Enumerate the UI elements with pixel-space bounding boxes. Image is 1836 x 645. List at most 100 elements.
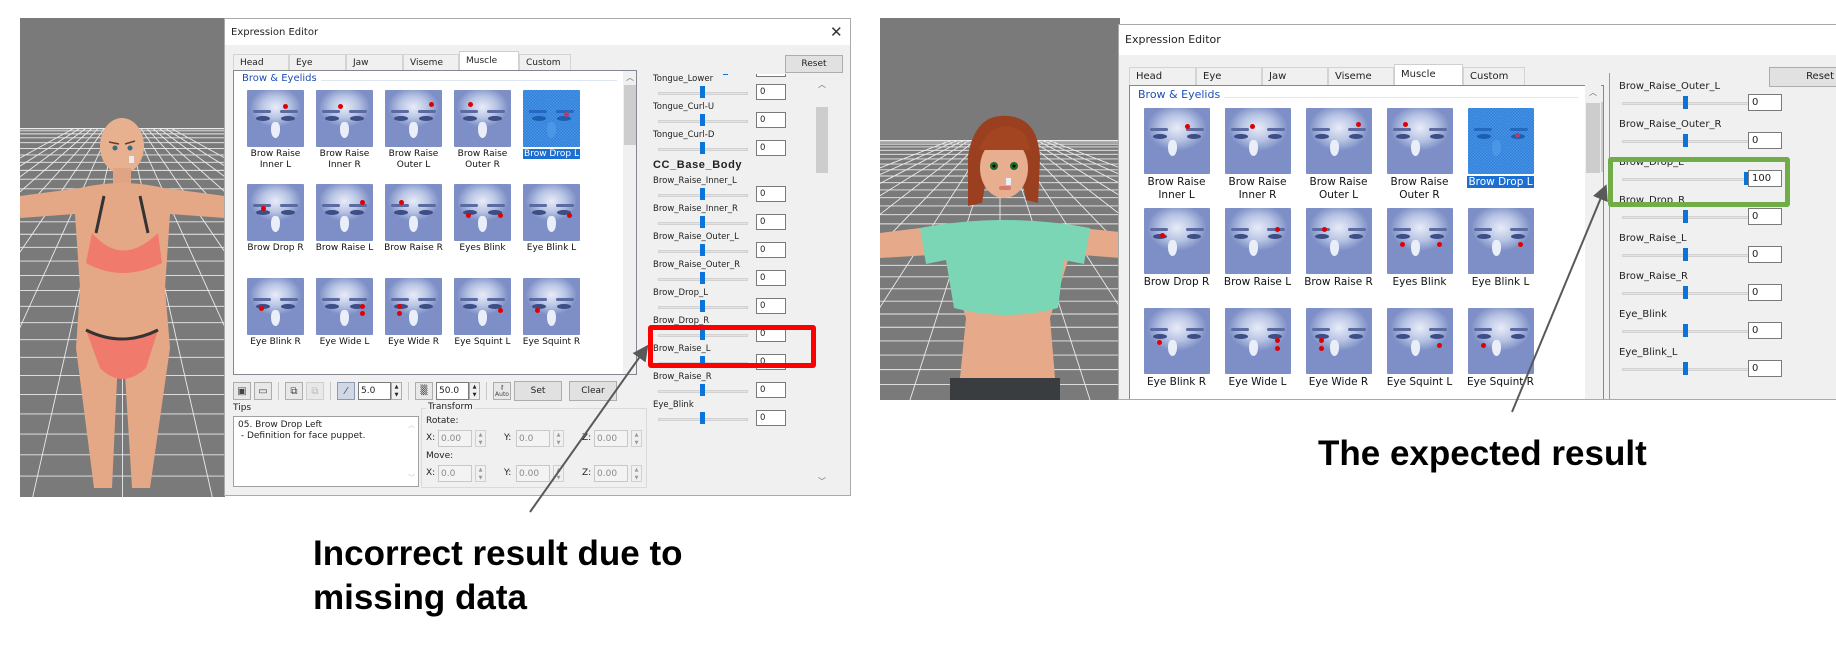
slider-value-input[interactable]: 0: [1748, 94, 1782, 111]
face-preset-thumbnail[interactable]: [385, 90, 442, 147]
face-preset-item[interactable]: Eye Wide L: [310, 278, 379, 372]
slider-track[interactable]: [1622, 178, 1750, 181]
viewport-expected[interactable]: [880, 18, 1120, 400]
face-preset-item[interactable]: Brow Raise Outer R: [448, 90, 517, 184]
scrollbar-thumb[interactable]: [1586, 103, 1600, 173]
face-preset-thumbnail[interactable]: [1305, 108, 1372, 174]
face-preset-item[interactable]: Eye Blink L: [517, 184, 586, 278]
face-preset-thumbnail[interactable]: [1224, 208, 1291, 274]
face-preset-item[interactable]: Eye Blink R: [241, 278, 310, 372]
slider-value-input[interactable]: 0: [1748, 284, 1782, 301]
face-preset-thumbnail[interactable]: [1224, 308, 1291, 374]
rotate-z-input[interactable]: 0.00: [594, 430, 628, 447]
close-icon[interactable]: ✕: [830, 23, 843, 41]
move-y-input[interactable]: 0.00: [516, 465, 550, 482]
scroll-down-arrow[interactable]: ﹀: [815, 476, 829, 487]
face-preset-thumbnail[interactable]: [523, 184, 580, 241]
face-preset-item[interactable]: Eye Wide L: [1217, 308, 1298, 399]
set-button[interactable]: Set: [514, 381, 562, 401]
face-preset-item[interactable]: Brow Raise Inner L: [241, 90, 310, 184]
tab-head[interactable]: Head: [233, 54, 289, 70]
face-preset-thumbnail[interactable]: [454, 90, 511, 147]
slider-knob[interactable]: [700, 300, 705, 312]
tab-custom[interactable]: Custom: [1463, 67, 1525, 85]
slider-knob[interactable]: [700, 188, 705, 200]
slider-knob[interactable]: [700, 356, 705, 368]
slider-value-input[interactable]: 0: [756, 186, 786, 202]
rotate-y-input[interactable]: 0.0: [516, 430, 550, 447]
face-preset-item[interactable]: Brow Drop R: [1136, 208, 1217, 308]
face-preset-thumbnail[interactable]: [1305, 208, 1372, 274]
face-preset-thumbnail[interactable]: [1467, 308, 1534, 374]
slider-knob[interactable]: [1683, 134, 1688, 147]
face-preset-thumbnail[interactable]: [454, 278, 511, 335]
scroll-up-arrow[interactable]: ︿: [815, 79, 829, 90]
strength-input[interactable]: 50.0: [436, 382, 469, 400]
face-preset-item[interactable]: Eye Blink L: [1460, 208, 1541, 308]
face-preset-thumbnail[interactable]: [454, 184, 511, 241]
slider-knob[interactable]: [700, 272, 705, 284]
slider-value-input[interactable]: 0: [756, 242, 786, 258]
slider-knob[interactable]: [700, 86, 705, 98]
face-preset-thumbnail[interactable]: [316, 90, 373, 147]
face-preset-item[interactable]: Eye Squint L: [448, 278, 517, 372]
face-preset-thumbnail[interactable]: [247, 184, 304, 241]
tab-viseme[interactable]: Viseme: [1328, 67, 1394, 85]
move-x-stepper[interactable]: ▲ ▼: [475, 465, 486, 482]
move-x-input[interactable]: 0.0: [438, 465, 472, 482]
slider-value-input[interactable]: 0: [756, 382, 786, 398]
tab-muscle[interactable]: Muscle: [1394, 64, 1463, 85]
face-preset-thumbnail[interactable]: [523, 90, 580, 147]
save-icon[interactable]: ▣: [233, 382, 251, 400]
slider-value-input[interactable]: 0: [756, 326, 786, 342]
face-preset-item[interactable]: Brow Raise R: [1298, 208, 1379, 308]
face-preset-thumbnail[interactable]: [247, 278, 304, 335]
slider-value-input[interactable]: 0: [1748, 360, 1782, 377]
face-preset-thumbnail[interactable]: [1143, 108, 1210, 174]
rotate-x-input[interactable]: 0.00: [438, 430, 472, 447]
face-preset-thumbnail[interactable]: [1467, 208, 1534, 274]
reset-button[interactable]: Reset: [785, 55, 843, 73]
face-preset-thumbnail[interactable]: [523, 278, 580, 335]
face-preset-item[interactable]: Brow Raise L: [1217, 208, 1298, 308]
slider-knob[interactable]: [1683, 324, 1688, 337]
bone-icon[interactable]: ⁄: [337, 382, 355, 400]
slider-knob[interactable]: [1683, 286, 1688, 299]
dialog-title-bar[interactable]: Expression Editor: [1119, 25, 1836, 55]
face-preset-thumbnail[interactable]: [1386, 108, 1453, 174]
slider-knob[interactable]: [700, 412, 705, 424]
dialog-title-bar[interactable]: Expression Editor: [225, 19, 850, 45]
face-preset-item[interactable]: Eye Wide R: [379, 278, 448, 372]
move-z-stepper[interactable]: ▲ ▼: [631, 465, 642, 482]
slider-value-input[interactable]: 0: [756, 140, 786, 156]
slider-knob[interactable]: [1683, 96, 1688, 109]
move-y-stepper[interactable]: ▲ ▼: [553, 465, 564, 482]
auto-key-icon[interactable]: ⚷ Auto: [493, 382, 511, 400]
face-preset-thumbnail[interactable]: [1467, 108, 1534, 174]
tab-jaw[interactable]: Jaw: [346, 54, 403, 70]
clear-button[interactable]: Clear: [569, 381, 617, 401]
scrollbar-thumb[interactable]: [624, 85, 636, 145]
face-preset-item[interactable]: Brow Raise L: [310, 184, 379, 278]
face-preset-item[interactable]: Brow Raise Inner R: [310, 90, 379, 184]
slider-value-input[interactable]: 0: [1748, 132, 1782, 149]
brush-size-stepper[interactable]: ▲ ▼: [391, 382, 402, 400]
slider-knob[interactable]: [1683, 210, 1688, 223]
face-preset-item[interactable]: Brow Raise Inner R: [1217, 108, 1298, 208]
face-preset-item[interactable]: Eye Squint R: [517, 278, 586, 372]
face-preset-thumbnail[interactable]: [1143, 308, 1210, 374]
rotate-x-stepper[interactable]: ▲ ▼: [475, 430, 486, 447]
tab-eye[interactable]: Eye: [1196, 67, 1262, 85]
slider-value-input[interactable]: 0: [756, 112, 786, 128]
scroll-up-arrow[interactable]: ︿: [1585, 87, 1601, 98]
face-preset-item[interactable]: Brow Raise Outer R: [1379, 108, 1460, 208]
folder-open-icon[interactable]: ▭: [254, 382, 272, 400]
tips-scroll-up[interactable]: ︿: [408, 420, 415, 431]
slider-knob[interactable]: [700, 216, 705, 228]
face-preset-item[interactable]: Eyes Blink: [448, 184, 517, 278]
slider-knob[interactable]: [700, 328, 705, 340]
face-preset-thumbnail[interactable]: [1305, 308, 1372, 374]
slider-panel-scrollbar[interactable]: ︿ ﹀: [815, 77, 829, 489]
checker-icon[interactable]: ▒: [415, 382, 433, 400]
strength-stepper[interactable]: ▲ ▼: [469, 382, 480, 400]
